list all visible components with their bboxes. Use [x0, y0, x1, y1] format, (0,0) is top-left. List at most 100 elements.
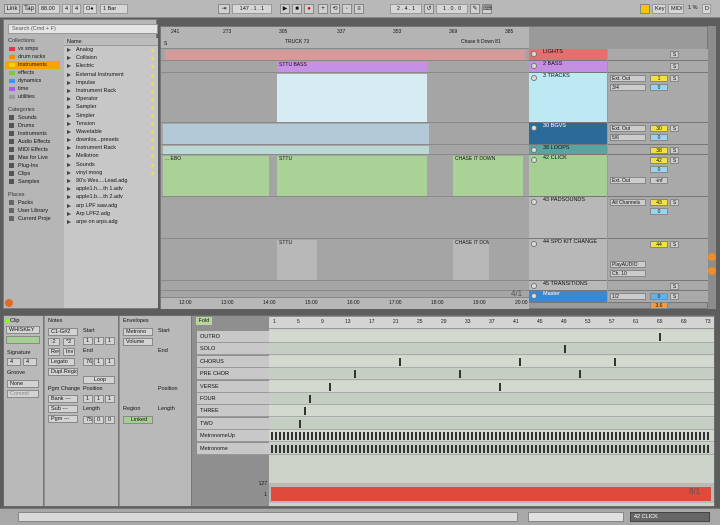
place-item[interactable]: User Library [5, 207, 60, 215]
metronome-note[interactable] [539, 432, 541, 441]
metronome-note[interactable] [315, 432, 317, 441]
metronome-note[interactable] [355, 444, 357, 453]
computer-keys-icon[interactable]: ⌨ [482, 4, 492, 14]
metronome-note[interactable] [287, 432, 289, 441]
track-volume[interactable]: 42 [650, 157, 668, 164]
midi-channel-select[interactable]: All Channels [610, 199, 646, 206]
metronome-note[interactable] [619, 444, 621, 453]
track-activator-icon[interactable] [531, 241, 537, 247]
metronome-note[interactable] [675, 444, 677, 453]
metronome-note[interactable] [631, 444, 633, 453]
metronome-note[interactable] [371, 432, 373, 441]
metronome-note[interactable] [395, 444, 397, 453]
midi-note[interactable] [299, 419, 301, 428]
metronome-note[interactable] [431, 444, 433, 453]
metronome-note[interactable] [471, 432, 473, 441]
metronome-note[interactable] [651, 444, 653, 453]
metronome-note[interactable] [623, 444, 625, 453]
category-item[interactable]: Clips [5, 170, 60, 178]
arrangement-clip[interactable] [165, 50, 525, 60]
collection-item[interactable]: vx smps [5, 45, 60, 53]
track-activator-icon[interactable] [531, 157, 537, 163]
browser-item[interactable]: arp LPF saw.adg [64, 202, 158, 210]
velocity-lane[interactable] [269, 483, 714, 503]
metronome-note[interactable] [463, 444, 465, 453]
track-lane[interactable] [161, 123, 529, 145]
expand-triangle-icon[interactable] [67, 80, 71, 85]
reverse-button[interactable]: Rev [48, 348, 60, 356]
metronome-note[interactable] [323, 444, 325, 453]
metronome-note[interactable] [307, 432, 309, 441]
arrangement-clip[interactable] [277, 74, 427, 122]
signature-num[interactable]: 4 [7, 358, 21, 366]
metronome-note[interactable] [451, 444, 453, 453]
piano-row[interactable] [269, 343, 714, 356]
metronome-note[interactable] [375, 432, 377, 441]
metronome-note[interactable] [455, 432, 457, 441]
position-bar[interactable]: 1 [83, 395, 93, 403]
metronome-note[interactable] [699, 432, 701, 441]
metronome-note[interactable] [319, 432, 321, 441]
metronome-note[interactable] [695, 432, 697, 441]
metronome-note[interactable] [343, 444, 345, 453]
metronome-note[interactable] [507, 432, 509, 441]
preview-icon[interactable] [5, 299, 13, 307]
output-select-3[interactable]: Ext. Out [610, 177, 646, 184]
track-header[interactable]: 44 SPD KIT CHANGE [529, 239, 607, 281]
metronome-note[interactable] [599, 432, 601, 441]
metronome-note[interactable] [679, 444, 681, 453]
metronome-note[interactable] [495, 432, 497, 441]
metronome-note[interactable] [575, 444, 577, 453]
metronome-note[interactable] [687, 444, 689, 453]
metronome-note[interactable] [479, 444, 481, 453]
clip-name-field[interactable]: WHISKEY [6, 326, 40, 334]
piano-row[interactable] [269, 331, 714, 343]
metronome-note[interactable] [559, 444, 561, 453]
piano-roll[interactable]: 1 5 9 13 17 21 25 29 33 37 41 45 49 53 57 61 65 69 73 OUTR… [197, 317, 714, 506]
metronome-note[interactable] [531, 432, 533, 441]
browser-item[interactable]: vinyl moog [64, 169, 158, 177]
metronome-note[interactable] [271, 432, 273, 441]
browser-item[interactable]: Simpler [64, 112, 158, 120]
signature-den[interactable]: 4 [23, 358, 37, 366]
category-item[interactable]: MIDI Effects [5, 146, 60, 154]
expand-triangle-icon[interactable] [67, 105, 71, 110]
metronome-note[interactable] [527, 444, 529, 453]
metronome-note[interactable] [435, 432, 437, 441]
track-lane[interactable]: ... EBO STTU CHASE IT DOWN [161, 155, 529, 197]
metronome-note[interactable] [279, 444, 281, 453]
metronome-note[interactable] [591, 444, 593, 453]
metronome-note[interactable] [303, 444, 305, 453]
metronome-note[interactable] [291, 432, 293, 441]
browser-item[interactable]: Electric [64, 62, 158, 70]
invert-button[interactable]: Inv [63, 348, 75, 356]
locator-truck[interactable]: TRUCK 73 [279, 39, 309, 45]
envelope-device-select[interactable]: Metrono [123, 328, 153, 336]
link-button[interactable]: Link [4, 4, 20, 14]
piano-row[interactable] [269, 368, 714, 381]
metronome-note[interactable] [447, 444, 449, 453]
solo-button[interactable]: S [670, 51, 679, 58]
expand-triangle-icon[interactable] [67, 203, 71, 208]
arrangement-clip[interactable]: CHASE IT DOW [453, 240, 489, 280]
time-ruler[interactable]: 12:00 13:00 14:00 15:00 16:00 17:00 18:00 19:00… [161, 297, 529, 309]
metronome-note[interactable] [519, 432, 521, 441]
metronome-note[interactable] [499, 444, 501, 453]
metronome-note[interactable] [283, 432, 285, 441]
metronome-note[interactable] [647, 444, 649, 453]
expand-triangle-icon[interactable] [67, 64, 71, 69]
metronome-note[interactable] [607, 432, 609, 441]
metronome-note[interactable] [331, 444, 333, 453]
metronome-note[interactable] [423, 444, 425, 453]
position-field[interactable]: 147 . 1 . 1 [232, 4, 272, 14]
track-header[interactable]: 2 BASS [529, 61, 607, 73]
category-item[interactable]: Sounds [5, 114, 60, 122]
metronome-note[interactable] [419, 432, 421, 441]
metronome-note[interactable] [443, 432, 445, 441]
metronome-note[interactable] [675, 432, 677, 441]
metronome-note[interactable] [483, 444, 485, 453]
position-beat[interactable]: 1 [94, 395, 104, 403]
metronome-note[interactable] [555, 444, 557, 453]
metronome-note[interactable] [631, 432, 633, 441]
track-lane[interactable] [161, 145, 529, 155]
